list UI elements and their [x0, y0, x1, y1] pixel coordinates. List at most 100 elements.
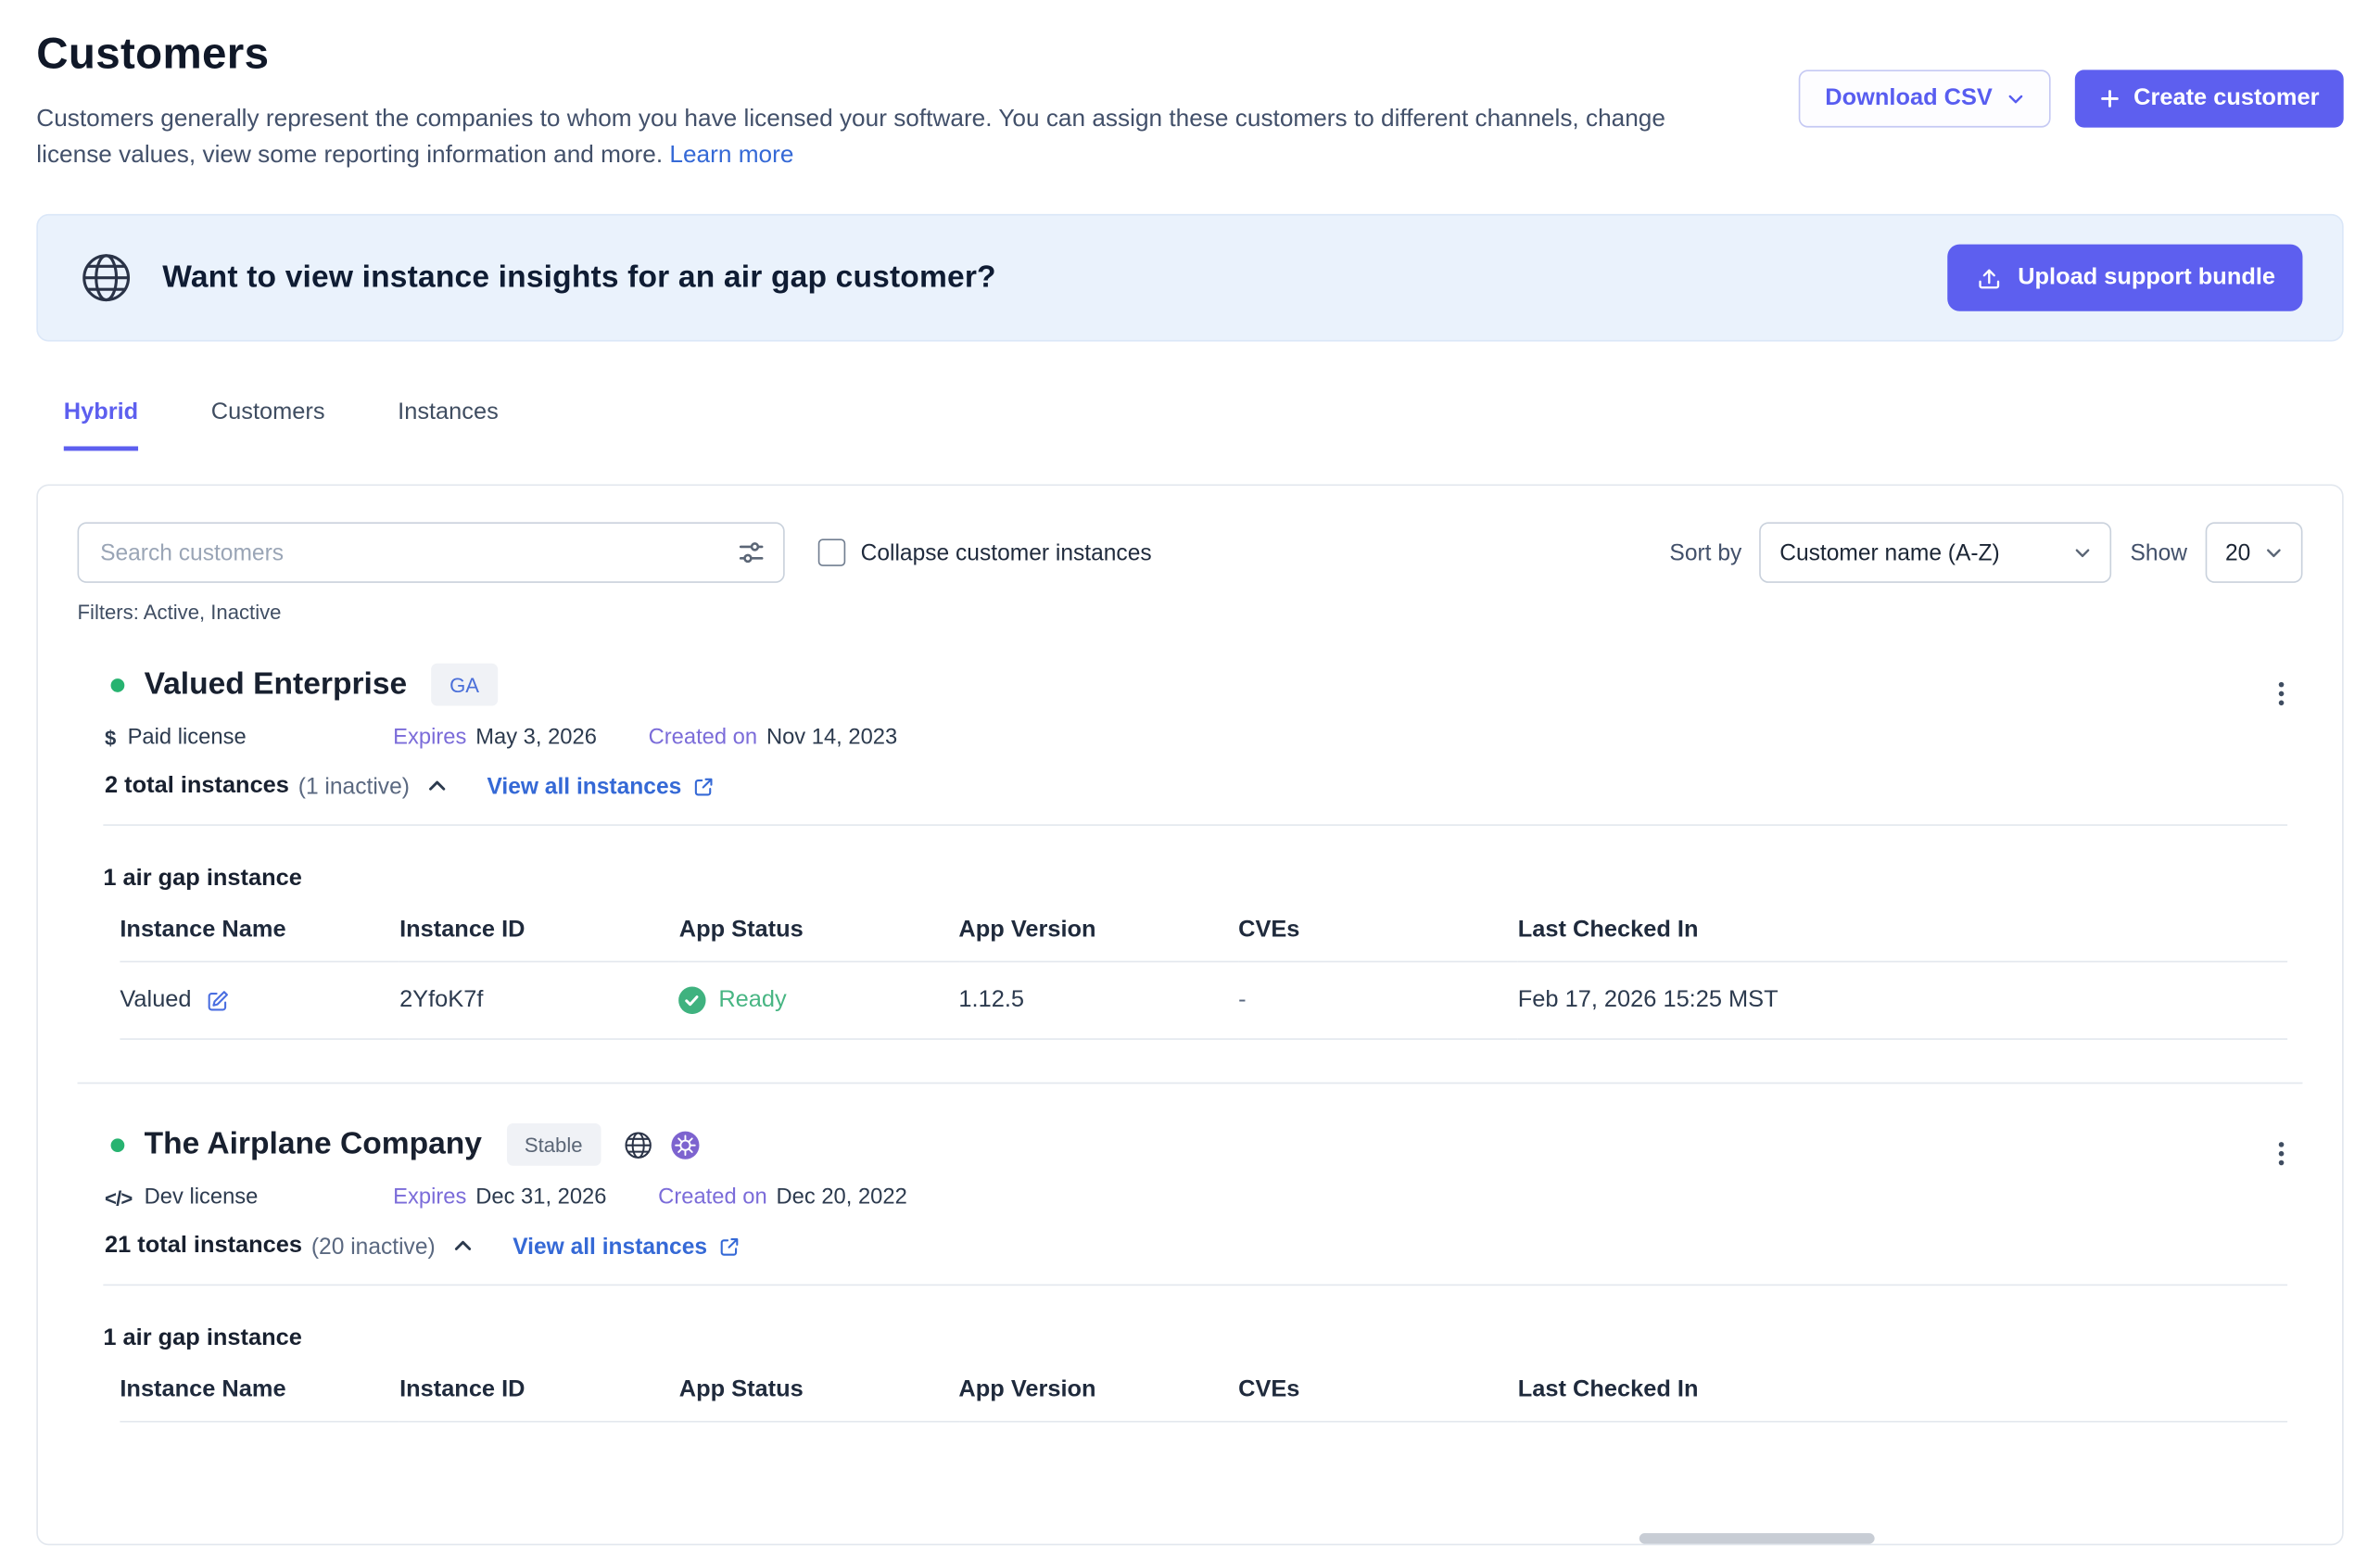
header-actions: Download CSV Create customer — [1799, 70, 2343, 127]
expires-info: Expires Dec 31, 2026 — [393, 1185, 606, 1210]
col-app-status: App Status — [679, 899, 959, 962]
app-status: Ready — [718, 987, 786, 1014]
active-filters-note: Filters: Active, Inactive — [78, 602, 2303, 625]
customer-row-valued-enterprise: Valued Enterprise GA $ Paid license Expi… — [78, 624, 2303, 1040]
total-instances: 2 total instances — [105, 773, 289, 800]
divider — [103, 1285, 2287, 1286]
cves-value: - — [1238, 987, 1246, 1013]
collapse-instances-checkbox[interactable] — [818, 539, 845, 565]
expires-label: Expires — [393, 1185, 466, 1210]
col-last-checked-in: Last Checked In — [1518, 1359, 2287, 1422]
page-title: Customers — [36, 31, 1668, 81]
col-instance-id: Instance ID — [399, 1359, 679, 1422]
created-label: Created on — [649, 726, 758, 750]
table-header-row: Instance Name Instance ID App Status App… — [120, 1359, 2287, 1422]
chevron-down-icon — [2265, 543, 2284, 562]
airgap-instances-heading: 1 air gap instance — [103, 1325, 2287, 1352]
license-type: </> Dev license — [105, 1185, 393, 1210]
page-header: Customers Customers generally represent … — [36, 0, 2343, 174]
sort-select[interactable]: Customer name (A-Z) — [1760, 522, 2112, 583]
table-header-row: Instance Name Instance ID App Status App… — [120, 899, 2287, 962]
license-type-label: Paid license — [128, 726, 247, 750]
check-circle-icon — [679, 987, 706, 1014]
view-all-instances-link[interactable]: View all instances — [487, 773, 715, 799]
edit-icon[interactable] — [205, 987, 231, 1013]
inactive-instances: (20 inactive) — [311, 1234, 436, 1260]
view-tabs: Hybrid Customers Instances — [36, 399, 2343, 451]
filter-sliders-icon[interactable] — [736, 538, 766, 568]
tab-instances[interactable]: Instances — [398, 399, 499, 451]
customer-name: The Airplane Company — [145, 1126, 482, 1162]
app-version: 1.12.5 — [958, 987, 1024, 1013]
page-description-text: Customers generally represent the compan… — [36, 107, 1665, 169]
globe-icon — [78, 249, 135, 307]
created-info: Created on Dec 20, 2022 — [658, 1185, 907, 1210]
sort-select-value: Customer name (A-Z) — [1779, 539, 2000, 565]
col-app-version: App Version — [958, 899, 1238, 962]
col-cves: CVEs — [1238, 1359, 1518, 1422]
created-label: Created on — [658, 1185, 767, 1210]
list-controls: Sort by Customer name (A-Z) Show 20 — [1669, 522, 2302, 583]
inactive-instances: (1 inactive) — [298, 773, 410, 799]
dev-license-icon: </> — [105, 1186, 133, 1210]
expires-value: May 3, 2026 — [475, 726, 597, 750]
instances-summary: 21 total instances (20 inactive) View al… — [103, 1233, 2287, 1260]
tab-hybrid[interactable]: Hybrid — [64, 399, 138, 451]
col-cves: CVEs — [1238, 899, 1518, 962]
expires-label: Expires — [393, 726, 466, 750]
banner-heading: Want to view instance insights for an ai… — [162, 260, 996, 296]
col-app-status: App Status — [679, 1359, 959, 1422]
customer-header: Valued Enterprise GA — [103, 664, 2287, 706]
create-customer-button[interactable]: Create customer — [2074, 70, 2343, 127]
customer-meta: </> Dev license Expires Dec 31, 2026 Cre… — [103, 1185, 2287, 1210]
airgap-instances-heading: 1 air gap instance — [103, 866, 2287, 893]
app-status-cell: Ready — [679, 987, 959, 1014]
instance-name-cell: Valued — [120, 987, 399, 1014]
show-select[interactable]: 20 — [2206, 522, 2303, 583]
instance-id: 2YfoK7f — [399, 987, 483, 1013]
customer-name: Valued Enterprise — [145, 666, 408, 703]
license-type-label: Dev license — [145, 1185, 259, 1210]
search-wrapper — [78, 522, 785, 583]
show-select-value: 20 — [2225, 539, 2250, 565]
instances-summary: 2 total instances (1 inactive) View all … — [103, 773, 2287, 800]
col-instance-name: Instance Name — [120, 899, 399, 962]
download-csv-button[interactable]: Download CSV — [1799, 70, 2050, 127]
table-row: Valued 2YfoK7f — [120, 962, 2287, 1040]
created-value: Nov 14, 2023 — [766, 726, 897, 750]
external-link-icon — [692, 775, 715, 798]
learn-more-link[interactable]: Learn more — [669, 143, 793, 169]
collapse-chevron-up-icon[interactable] — [452, 1236, 474, 1257]
tab-customers[interactable]: Customers — [211, 399, 325, 451]
airgap-instances-table: Instance Name Instance ID App Status App… — [120, 1359, 2287, 1423]
download-csv-label: Download CSV — [1825, 85, 1993, 112]
upload-icon — [1975, 263, 2004, 292]
horizontal-scrollbar-thumb[interactable] — [1639, 1533, 1875, 1543]
kebab-menu-icon[interactable] — [2266, 678, 2297, 709]
collapse-chevron-up-icon[interactable] — [426, 776, 448, 797]
search-input[interactable] — [78, 522, 785, 583]
tab-hybrid-label: Hybrid — [64, 399, 138, 425]
active-status-dot — [111, 678, 125, 691]
license-type: $ Paid license — [105, 726, 393, 750]
globe-icon — [622, 1129, 653, 1160]
install-type-icons — [622, 1129, 701, 1160]
tab-customers-label: Customers — [211, 399, 325, 425]
collapse-instances-group: Collapse customer instances — [818, 539, 1152, 565]
view-all-instances-link[interactable]: View all instances — [513, 1234, 741, 1260]
customers-page: Customers Customers generally represent … — [0, 0, 2380, 1546]
kebab-menu-icon[interactable] — [2266, 1138, 2297, 1169]
upload-support-bundle-button[interactable]: Upload support bundle — [1948, 245, 2303, 311]
customer-meta: $ Paid license Expires May 3, 2026 Creat… — [103, 726, 2287, 750]
upload-support-bundle-label: Upload support bundle — [2018, 264, 2275, 291]
paid-license-icon: $ — [105, 727, 115, 750]
page-body: Customers Customers generally represent … — [0, 0, 2380, 1545]
channel-badge: Stable — [506, 1123, 601, 1166]
expires-info: Expires May 3, 2026 — [393, 726, 597, 750]
col-last-checked-in: Last Checked In — [1518, 899, 2287, 962]
last-checked-in: Feb 17, 2026 15:25 MST — [1518, 987, 1779, 1013]
create-customer-label: Create customer — [2133, 85, 2319, 112]
view-all-instances-label: View all instances — [513, 1234, 707, 1260]
col-app-version: App Version — [958, 1359, 1238, 1422]
chevron-down-icon — [2074, 543, 2093, 562]
